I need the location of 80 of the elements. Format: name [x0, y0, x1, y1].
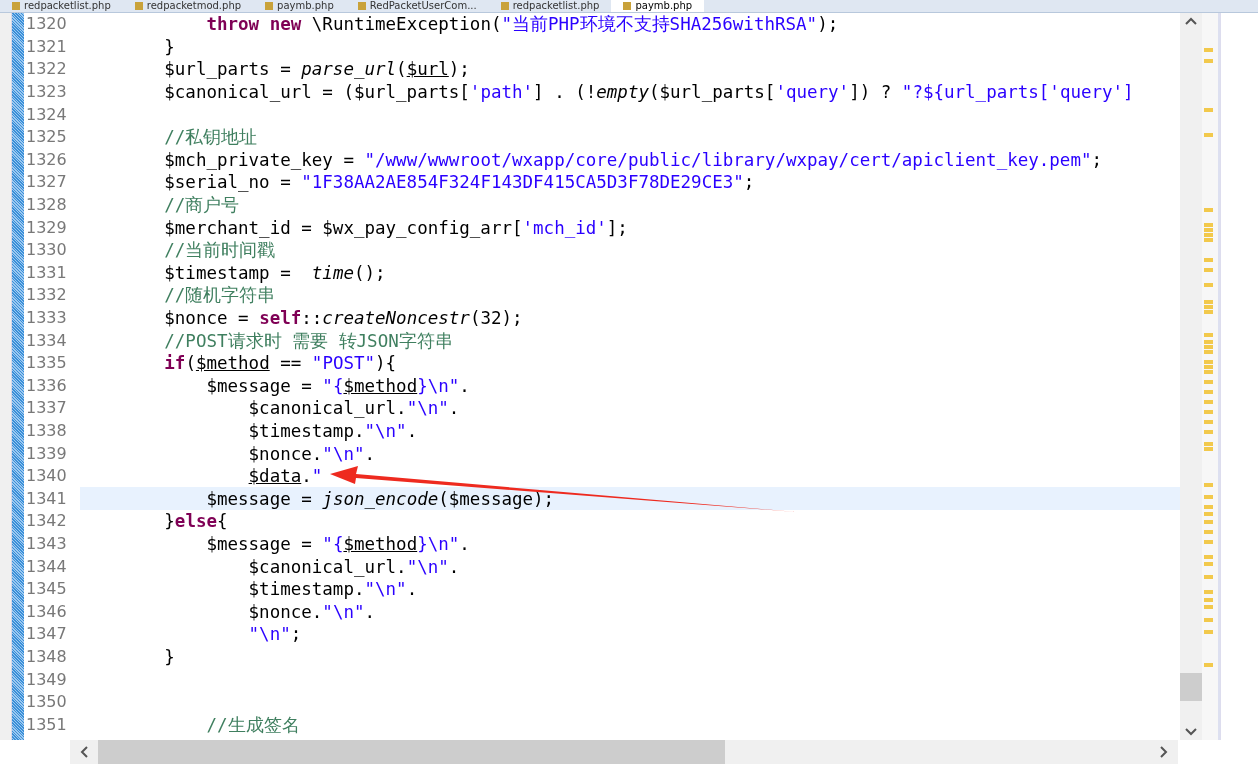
- code-line: $message = "{$method}\n".: [205, 532, 470, 555]
- line-number: 1332: [25, 284, 68, 307]
- code-line: $timestamp."\n".: [247, 578, 418, 601]
- code-line: $canonical_url."\n".: [247, 397, 460, 420]
- line-number: 1337: [25, 397, 68, 420]
- code-line: $mch_private_key = "/www/wwwroot/wxapp/core/public/library/wxpay/cert/apiclient_key.pem";: [163, 148, 1102, 171]
- line-number: 1329: [25, 216, 68, 239]
- line-number: 1328: [25, 194, 68, 217]
- code-line: //私钥地址: [163, 126, 258, 149]
- line-number: 1321: [25, 35, 68, 58]
- line-number: 1331: [25, 261, 68, 284]
- code-line: $merchant_id = $wx_pay_config_arr['mch_id'];: [163, 216, 628, 239]
- line-number: 1322: [25, 58, 68, 81]
- php-file-icon: [500, 2, 509, 10]
- code-line: $canonical_url."\n".: [247, 555, 460, 578]
- line-number: 1330: [25, 239, 68, 262]
- scroll-left-icon[interactable]: [80, 746, 88, 758]
- vertical-scrollbar[interactable]: [1180, 13, 1202, 740]
- line-number: 1327: [25, 171, 68, 194]
- line-number: 1340: [25, 465, 68, 488]
- code-line: $nonce."\n".: [247, 600, 376, 623]
- horizontal-scrollbar-thumb[interactable]: [98, 740, 725, 764]
- line-number: 1348: [25, 645, 68, 668]
- editor-tab[interactable]: paymb.php: [611, 0, 705, 12]
- editor-tab[interactable]: redpacketlist.php: [488, 0, 612, 12]
- code-line: "\n";: [247, 623, 302, 646]
- code-line: $serial_no = "1F38AA2AE854F324F143DF415CA5D3F78DE29CE3";: [163, 171, 755, 194]
- code-line: $nonce."\n".: [247, 442, 376, 465]
- line-number: 1349: [25, 668, 68, 691]
- code-line: $canonical_url = ($url_parts['path'] . (!empty($url_parts['query']) ? "?${url_parts['query']: [163, 81, 1134, 104]
- code-line: $url_parts = parse_url($url);: [163, 58, 470, 81]
- php-file-icon: [134, 2, 143, 10]
- line-number: 1336: [25, 374, 68, 397]
- php-file-icon: [12, 2, 20, 10]
- code-line: //当前时间戳: [163, 239, 276, 262]
- line-number: 1338: [25, 420, 68, 442]
- line-number: 1323: [25, 81, 68, 104]
- code-line: }: [163, 35, 175, 58]
- code-line: $data.": [247, 465, 323, 488]
- line-number: 1325: [25, 126, 68, 149]
- code-line: //POST请求时 需要 转JSON字符串: [163, 329, 453, 352]
- php-file-icon: [357, 2, 366, 10]
- editor-tab[interactable]: RedPacketUserCom...: [345, 0, 489, 12]
- line-number: 1344: [25, 555, 68, 578]
- line-number: 1343: [25, 532, 68, 555]
- line-number: 1347: [25, 623, 68, 646]
- editor-tab[interactable]: redpacketmod.php: [122, 0, 254, 12]
- code-line: }else{: [163, 510, 228, 533]
- line-number: 1326: [25, 148, 68, 171]
- line-number: 1346: [25, 600, 68, 623]
- line-number: 1333: [25, 307, 68, 329]
- line-number: 1320: [25, 13, 68, 36]
- code-line: //生成签名: [205, 713, 300, 736]
- code-line: $nonce = self::createNoncestr(32);: [163, 307, 523, 329]
- scroll-right-icon[interactable]: [1160, 746, 1168, 758]
- line-number: 1342: [25, 510, 68, 533]
- code-line: //随机字符串: [163, 284, 276, 307]
- line-number: 1339: [25, 442, 68, 465]
- code-line: //商户号: [163, 194, 240, 217]
- code-line: $timestamp."\n".: [247, 420, 418, 442]
- editor-tab[interactable]: paymb.php: [253, 0, 346, 12]
- php-file-icon: [265, 2, 274, 10]
- scroll-up-icon[interactable]: [1185, 17, 1197, 25]
- line-number: 1351: [25, 713, 68, 736]
- code-line: throw new \RuntimeException("当前PHP环境不支持SHA256withRSA");: [205, 13, 839, 36]
- editor-tab[interactable]: redpacketlist.php: [0, 0, 123, 12]
- code-line: }: [163, 645, 175, 668]
- line-number: 1334: [25, 329, 68, 352]
- line-number: 1341: [25, 487, 68, 510]
- code-line: $message = json_encode($message);: [205, 487, 555, 510]
- scroll-down-icon[interactable]: [1185, 728, 1197, 736]
- code-line: $message = "{$method}\n".: [205, 374, 470, 397]
- code-line: $timestamp = time();: [163, 261, 386, 284]
- line-number: 1324: [25, 103, 68, 126]
- scrollbar-thumb[interactable]: [1180, 673, 1202, 701]
- php-file-icon: [623, 2, 632, 10]
- line-number: 1345: [25, 578, 68, 601]
- code-line: if($method == "POST"){: [163, 352, 397, 375]
- line-number: 1335: [25, 352, 68, 375]
- line-number: 1350: [25, 691, 68, 714]
